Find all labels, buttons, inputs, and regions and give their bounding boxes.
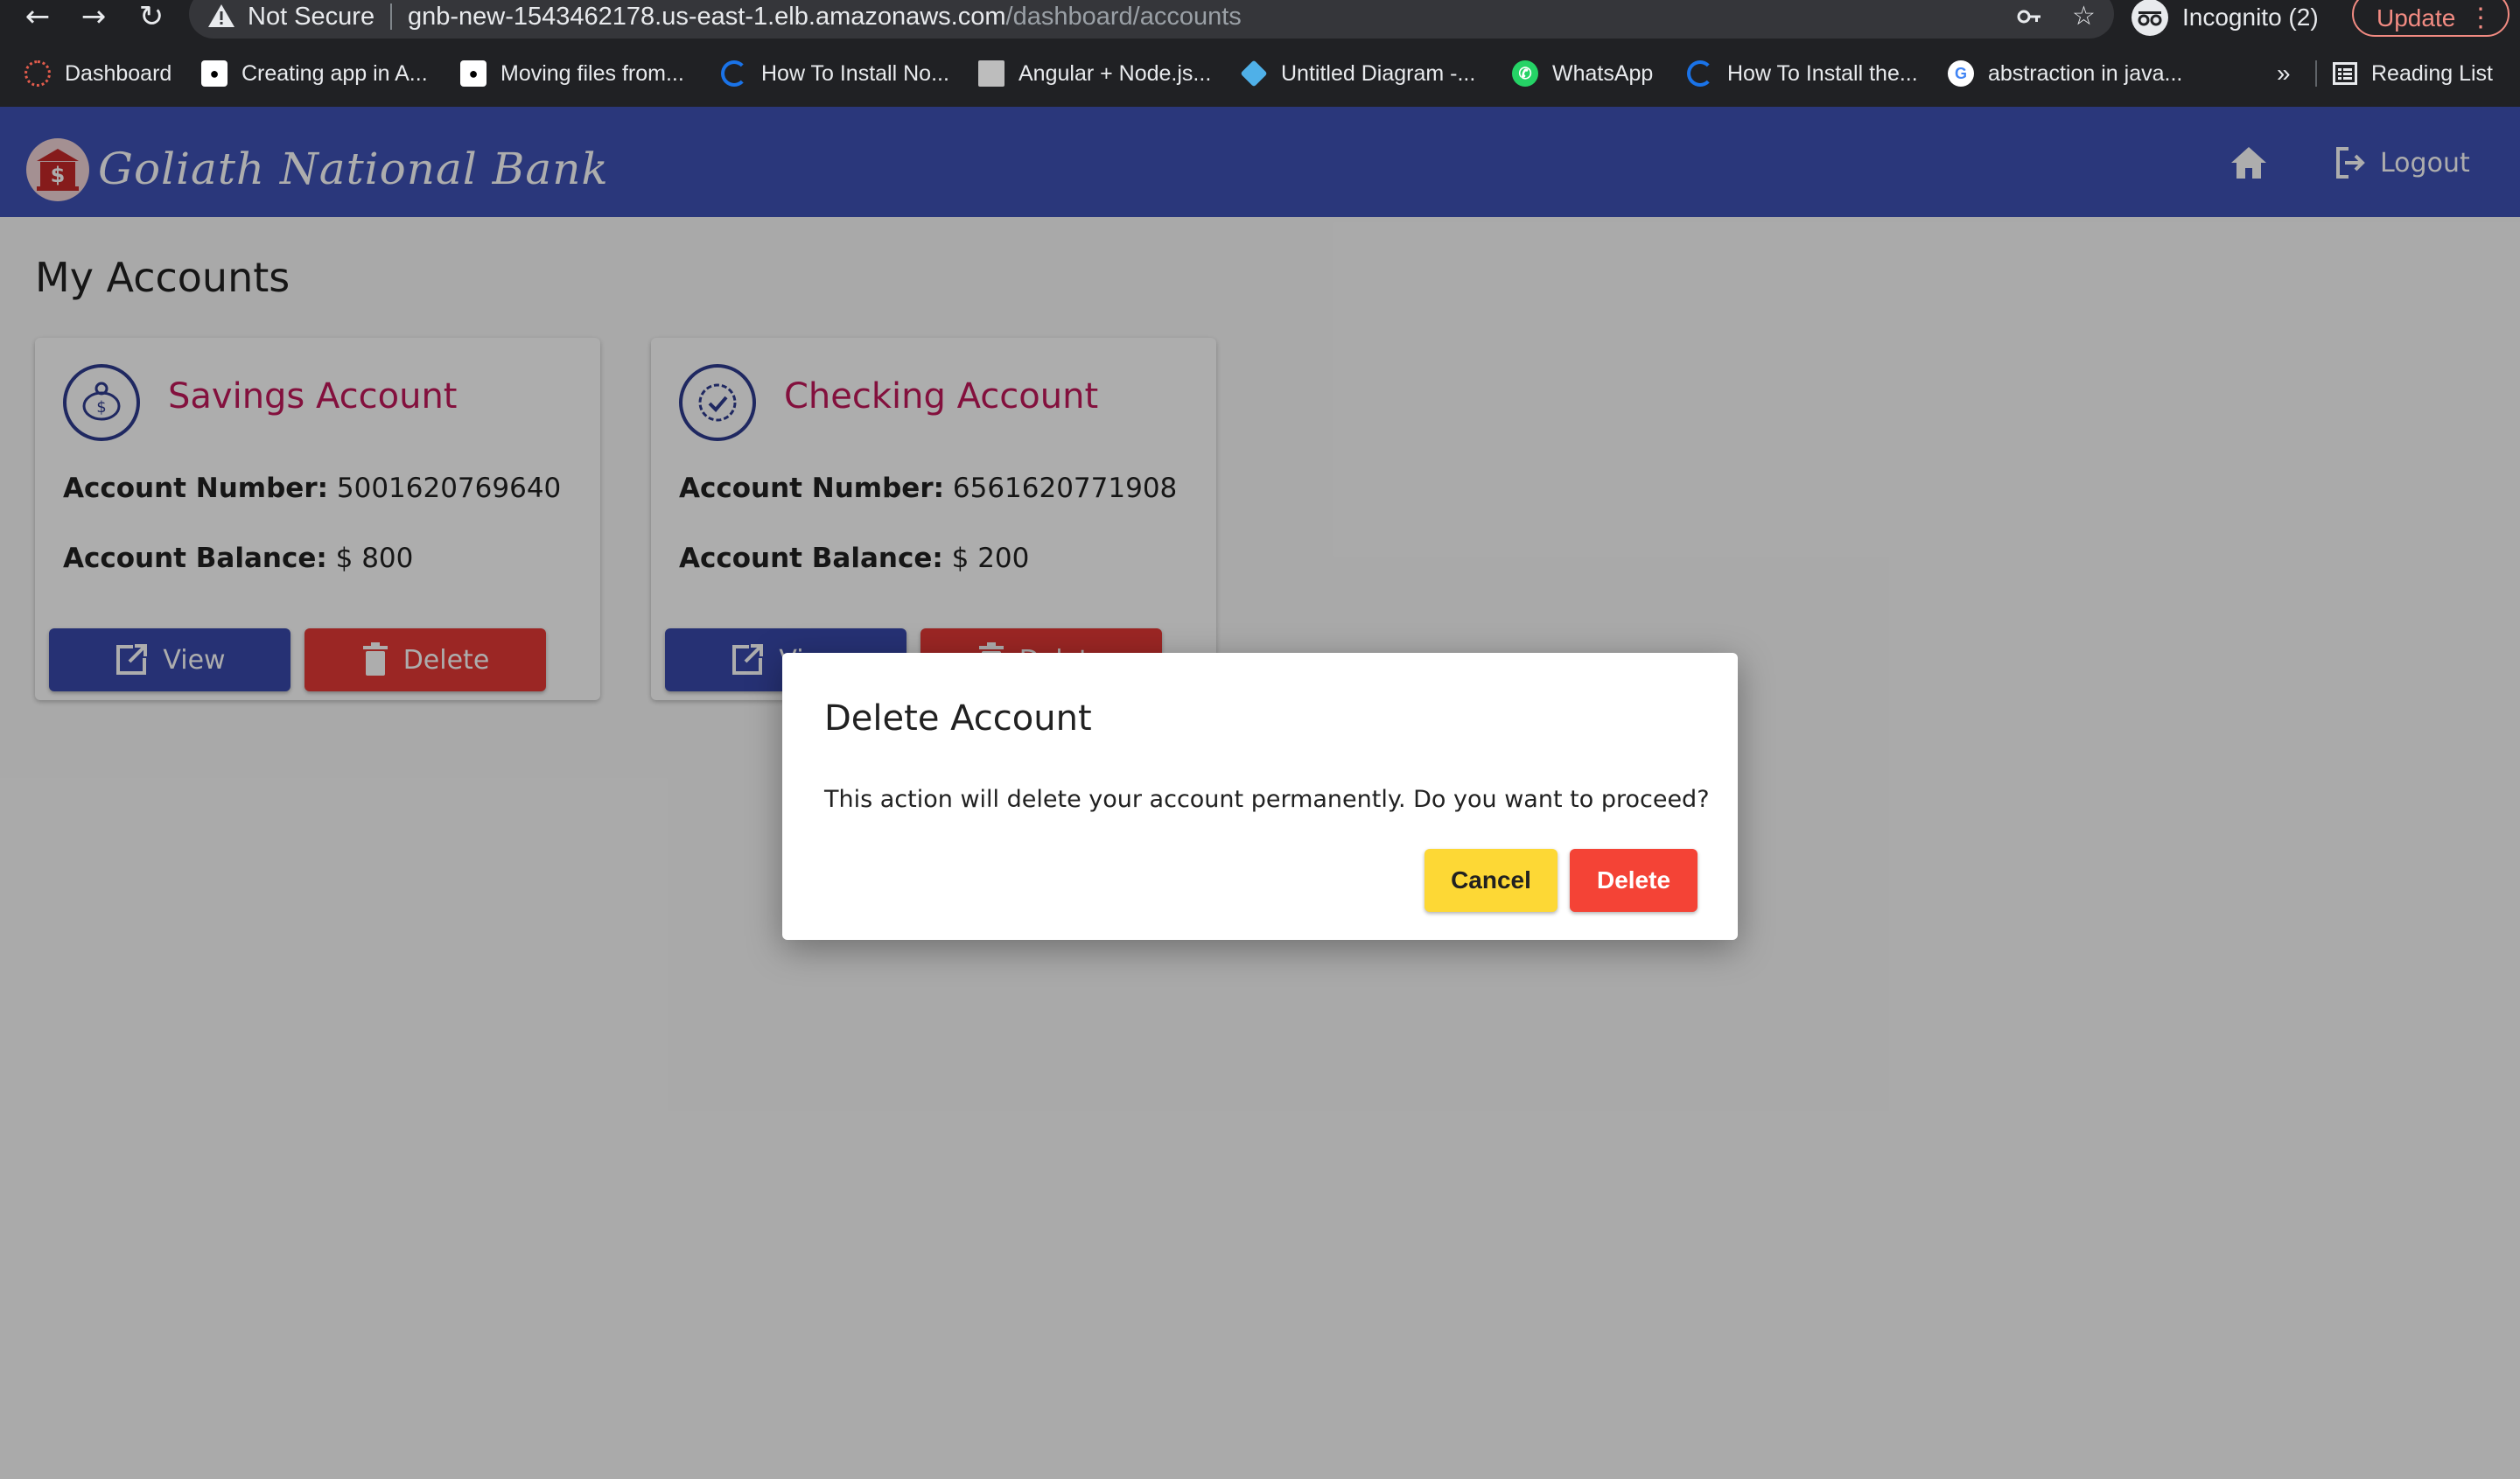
warning-triangle-icon[interactable]	[206, 2, 236, 30]
url-text[interactable]: gnb-new-1543462178.us-east-1.elb.amazona…	[408, 0, 1242, 33]
incognito-icon	[2132, 0, 2168, 36]
medium-icon: ●	[201, 60, 228, 87]
bookmark-item[interactable]: Untitled Diagram -...	[1240, 40, 1476, 107]
forward-arrow-icon[interactable]: →	[72, 0, 116, 35]
profile-label: Incognito (2)	[2182, 4, 2319, 31]
digitalocean-icon	[1687, 60, 1713, 87]
confirm-delete-button[interactable]: Delete	[1570, 849, 1698, 912]
drawio-icon	[1240, 60, 1268, 88]
bookmark-item[interactable]: ● Moving files from...	[460, 40, 684, 107]
url-host: gnb-new-1543462178.us-east-1.elb.amazona…	[408, 3, 1006, 31]
incognito-profile[interactable]: Incognito (2)	[2132, 0, 2319, 36]
bookmarks-overflow-button[interactable]: »	[2277, 40, 2291, 107]
delete-account-dialog: Delete Account This action will delete y…	[782, 653, 1738, 940]
dialog-title: Delete Account	[824, 698, 1092, 739]
google-icon: G	[1948, 60, 1974, 87]
kebab-menu-icon[interactable]: ⋮	[2468, 0, 2494, 44]
security-indicator[interactable]: Not Secure	[248, 0, 374, 33]
bookmark-label: How To Install No...	[761, 60, 949, 86]
back-arrow-icon[interactable]: ←	[16, 0, 60, 35]
reading-list-icon	[2333, 62, 2357, 85]
browser-toolbar: ← → ↻ Not Secure gnb-new-1543462178.us-e…	[0, 0, 2520, 40]
key-icon[interactable]	[2016, 0, 2042, 33]
page-thumbnail-icon	[978, 60, 1004, 87]
reload-icon[interactable]: ↻	[130, 0, 173, 35]
url-separator	[390, 4, 392, 30]
bookmark-item[interactable]: ✆ WhatsApp	[1512, 40, 1653, 107]
bookmark-label: Angular + Node.js...	[1018, 60, 1212, 86]
bookmark-item[interactable]: How To Install No...	[721, 40, 949, 107]
bookmark-label: abstraction in java...	[1988, 60, 2183, 86]
bookmark-label: How To Install the...	[1727, 60, 1918, 86]
bookmarks-divider	[2315, 60, 2317, 87]
bookmark-item[interactable]: Dashboard	[24, 40, 172, 107]
overflow-chevron-icon: »	[2277, 60, 2291, 87]
bookmark-label: Creating app in A...	[242, 60, 428, 86]
bookmarks-bar: Dashboard ● Creating app in A... ● Movin…	[0, 40, 2520, 107]
medium-icon: ●	[460, 60, 486, 87]
star-bookmark-icon[interactable]: ☆	[2072, 0, 2096, 33]
url-path: /dashboard/accounts	[1005, 3, 1242, 31]
bookmark-item[interactable]: How To Install the...	[1687, 40, 1918, 107]
reading-list-button[interactable]: Reading List	[2315, 40, 2493, 107]
cancel-button[interactable]: Cancel	[1424, 849, 1558, 912]
bookmark-label: Dashboard	[65, 60, 172, 86]
bookmark-item[interactable]: ● Creating app in A...	[201, 40, 428, 107]
bookmark-label: Moving files from...	[500, 60, 684, 86]
update-button[interactable]: Update ⋮	[2352, 0, 2510, 37]
bookmark-item[interactable]: G abstraction in java...	[1948, 40, 2182, 107]
dialog-message: This action will delete your account per…	[824, 786, 1710, 813]
bookmark-label: Untitled Diagram -...	[1281, 60, 1476, 86]
bookmark-label: WhatsApp	[1552, 60, 1654, 86]
digitalocean-icon	[721, 60, 747, 87]
reading-list-label: Reading List	[2371, 60, 2493, 86]
update-label: Update	[2376, 4, 2456, 32]
bookmark-item[interactable]: Angular + Node.js...	[978, 40, 1211, 107]
gear-red-icon	[24, 60, 51, 87]
whatsapp-icon: ✆	[1512, 60, 1538, 87]
